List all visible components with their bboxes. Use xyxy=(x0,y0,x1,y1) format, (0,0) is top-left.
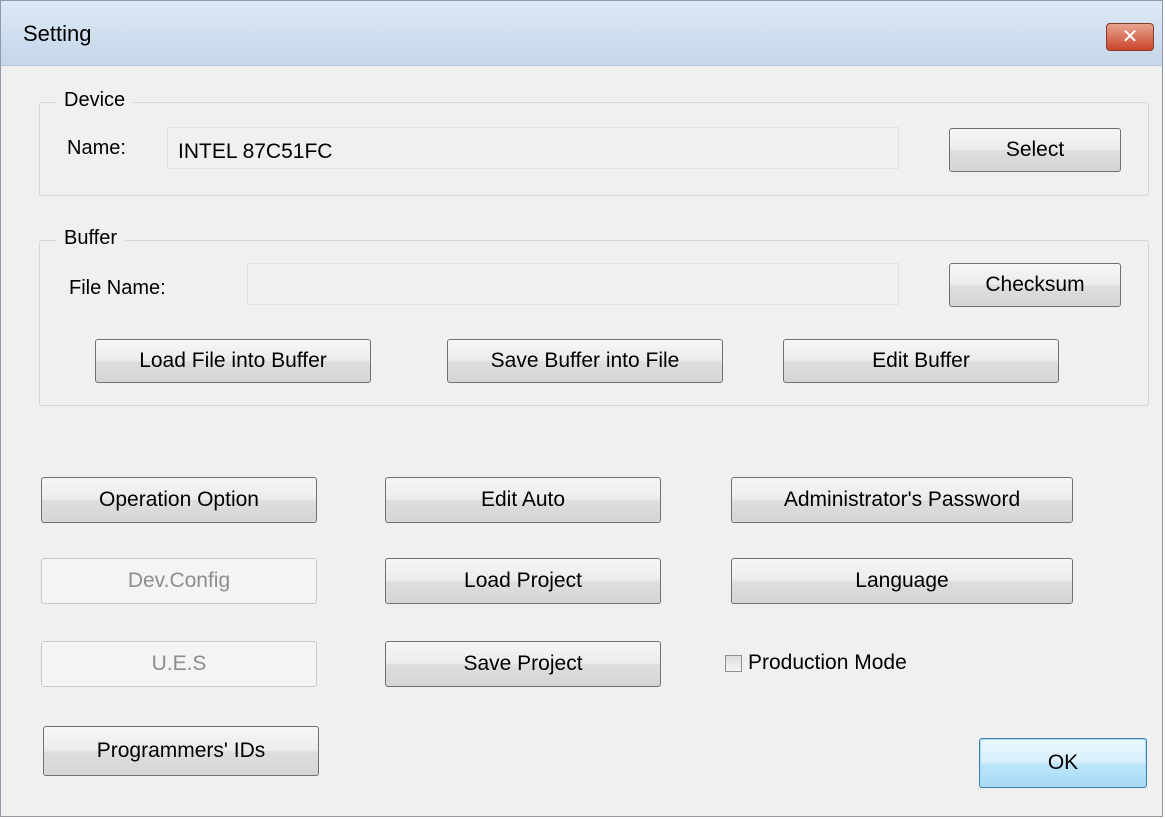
setting-dialog: Setting ✕ Device Name: INTEL 87C51FC Sel… xyxy=(0,0,1163,817)
programmers-ids-button[interactable]: Programmers' IDs xyxy=(43,726,319,776)
select-button[interactable]: Select xyxy=(949,128,1121,172)
device-name-label: Name: xyxy=(67,137,126,159)
dev-config-button[interactable]: Dev.Config xyxy=(41,558,317,604)
device-group-label: Device xyxy=(56,89,134,112)
production-mode-checkbox[interactable] xyxy=(725,654,742,672)
checksum-button[interactable]: Checksum xyxy=(949,263,1121,307)
edit-buffer-button[interactable]: Edit Buffer xyxy=(783,339,1059,383)
title-bar[interactable]: Setting ✕ xyxy=(1,1,1162,66)
load-project-button[interactable]: Load Project xyxy=(385,558,661,604)
administrators-password-button[interactable]: Administrator's Password xyxy=(731,477,1073,523)
language-button[interactable]: Language xyxy=(731,558,1073,604)
close-icon[interactable]: ✕ xyxy=(1106,23,1154,51)
buffer-group-label: Buffer xyxy=(56,227,125,250)
device-name-field: INTEL 87C51FC xyxy=(167,127,899,169)
window-title: Setting xyxy=(23,21,92,46)
file-name-label: File Name: xyxy=(69,277,166,299)
production-mode-label: Production Mode xyxy=(748,651,907,674)
ok-button[interactable]: OK xyxy=(979,738,1147,788)
edit-auto-button[interactable]: Edit Auto xyxy=(385,477,661,523)
operation-option-button[interactable]: Operation Option xyxy=(41,477,317,523)
load-file-into-buffer-button[interactable]: Load File into Buffer xyxy=(95,339,371,383)
save-buffer-into-file-button[interactable]: Save Buffer into File xyxy=(447,339,723,383)
file-name-field xyxy=(247,263,899,305)
production-mode-toggle[interactable]: Production Mode xyxy=(725,651,907,675)
ues-button[interactable]: U.E.S xyxy=(41,641,317,687)
save-project-button[interactable]: Save Project xyxy=(385,641,661,687)
